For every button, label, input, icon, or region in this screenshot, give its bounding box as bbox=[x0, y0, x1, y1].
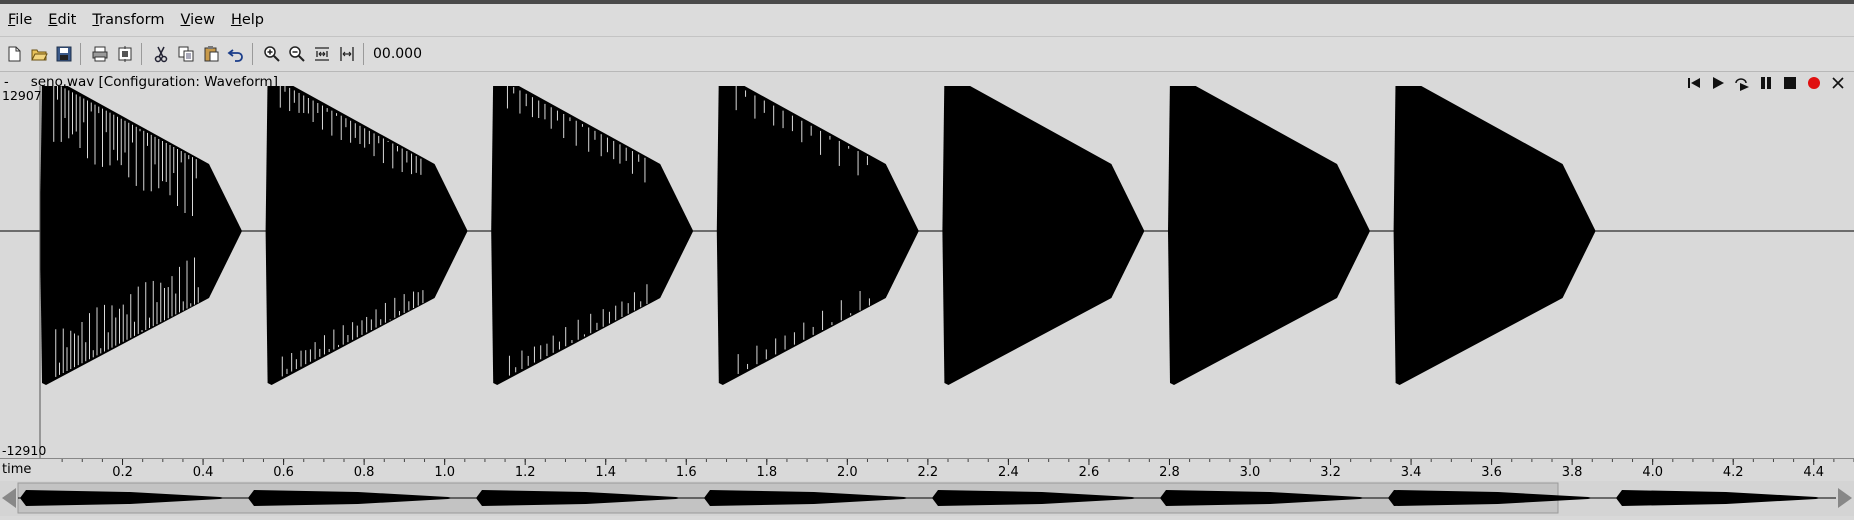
zoom-selection-button[interactable] bbox=[336, 43, 358, 65]
time-tick-label: 2.0 bbox=[837, 465, 858, 480]
waveform-segment bbox=[491, 74, 694, 385]
print-setup-button[interactable] bbox=[114, 43, 136, 65]
time-tick-label: 2.4 bbox=[998, 465, 1019, 480]
zoom-selection-icon bbox=[340, 47, 354, 61]
zoom-fit-button[interactable] bbox=[311, 43, 333, 65]
time-tick-label: 0.4 bbox=[193, 465, 214, 480]
toolbar-separator bbox=[252, 43, 253, 65]
zoom-out-button[interactable] bbox=[286, 43, 308, 65]
new-file-icon bbox=[8, 46, 21, 62]
cut-icon bbox=[154, 46, 168, 63]
time-tick-label: 1.4 bbox=[595, 465, 616, 480]
menu-help[interactable]: Help bbox=[223, 12, 272, 28]
toolbar-separator bbox=[363, 43, 364, 65]
copy-icon bbox=[178, 46, 194, 62]
time-tick-label: 1.0 bbox=[434, 465, 455, 480]
open-file-icon bbox=[31, 49, 48, 61]
cut-button[interactable] bbox=[150, 43, 172, 65]
waveform-view[interactable] bbox=[0, 74, 1854, 458]
time-tick-label: 2.2 bbox=[918, 465, 939, 480]
time-tick-label: 2.6 bbox=[1079, 465, 1100, 480]
menu-view[interactable]: View bbox=[173, 12, 223, 28]
new-file-button[interactable] bbox=[3, 43, 25, 65]
time-tick-label: 3.4 bbox=[1401, 465, 1422, 480]
paste-button[interactable] bbox=[200, 43, 222, 65]
save-button[interactable] bbox=[53, 43, 75, 65]
zoom-out-icon bbox=[289, 46, 305, 62]
time-tick-label: 3.8 bbox=[1562, 465, 1583, 480]
y-axis-min-label: -12910 bbox=[2, 443, 47, 458]
time-tick-label: 3.2 bbox=[1320, 465, 1341, 480]
time-tick-label: 4.2 bbox=[1723, 465, 1744, 480]
print-button[interactable] bbox=[89, 43, 111, 65]
toolbar: 00.000 bbox=[0, 37, 1854, 72]
toolbar-separator bbox=[141, 43, 142, 65]
time-tick-label: 1.2 bbox=[515, 465, 536, 480]
time-tick-label: 1.6 bbox=[676, 465, 697, 480]
waveform-segment bbox=[942, 74, 1145, 385]
paste-icon bbox=[204, 46, 219, 62]
zoom-in-icon bbox=[264, 46, 280, 62]
time-tick-label: 0.6 bbox=[273, 465, 294, 480]
zoom-fit-icon bbox=[315, 47, 329, 61]
y-axis-max-label: 12907 bbox=[2, 88, 42, 103]
undo-icon bbox=[227, 49, 243, 62]
menu-file[interactable]: File bbox=[0, 12, 40, 28]
time-tick-label: 3.0 bbox=[1240, 465, 1261, 480]
time-display: 00.000 bbox=[373, 46, 422, 62]
open-file-button[interactable] bbox=[28, 43, 50, 65]
zoom-in-button[interactable] bbox=[261, 43, 283, 65]
waveform-segment bbox=[1168, 74, 1370, 385]
overview-scrollbar[interactable] bbox=[0, 481, 1854, 516]
time-axis-label: time bbox=[2, 462, 31, 477]
waveform-segment bbox=[1393, 74, 1596, 385]
save-icon bbox=[56, 46, 72, 62]
time-tick-label: 0.8 bbox=[354, 465, 375, 480]
undo-button[interactable] bbox=[225, 43, 247, 65]
time-tick-label: 2.8 bbox=[1159, 465, 1180, 480]
toolbar-separator bbox=[80, 43, 81, 65]
time-tick-label: 0.2 bbox=[112, 465, 133, 480]
menu-transform[interactable]: Transform bbox=[84, 12, 172, 28]
menu-bar: File Edit Transform View Help bbox=[0, 4, 1854, 37]
time-tick-label: 4.0 bbox=[1642, 465, 1663, 480]
waveform-segment bbox=[716, 74, 919, 385]
time-tick-label: 4.4 bbox=[1803, 465, 1824, 480]
copy-button[interactable] bbox=[175, 43, 197, 65]
menu-edit[interactable]: Edit bbox=[40, 12, 84, 28]
time-tick-label: 1.8 bbox=[756, 465, 777, 480]
waveform-segment bbox=[265, 74, 468, 385]
time-axis: time 0.2 0.4 0.6 0.8 1.0 1.2 1.4 1.6 1.8 2.0 2.2 2.4… bbox=[0, 458, 1854, 480]
print-setup-icon bbox=[118, 46, 132, 62]
print-icon bbox=[92, 46, 108, 62]
time-tick-label: 3.6 bbox=[1481, 465, 1502, 480]
